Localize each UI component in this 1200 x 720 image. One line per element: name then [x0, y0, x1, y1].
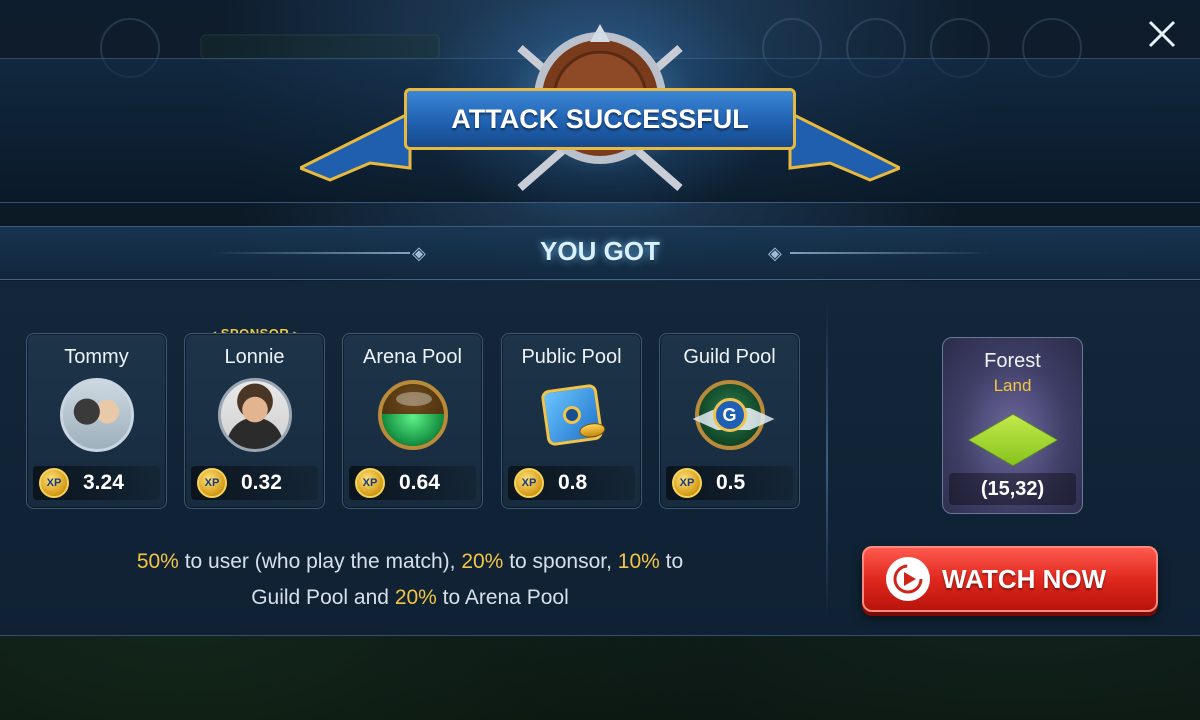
close-icon	[1148, 20, 1176, 48]
xp-icon: XP	[39, 468, 69, 498]
reward-card-guild-pool: Guild Pool G XP 0.5	[659, 333, 800, 509]
xp-row: XP 0.32	[191, 466, 318, 500]
reward-card-lonnie: Lonnie XP 0.32	[184, 333, 325, 509]
land-type: Land	[993, 376, 1032, 395]
note-text: to sponsor,	[503, 550, 618, 573]
xp-row: XP 0.5	[666, 466, 793, 500]
title-banner: ATTACK SUCCESSFUL	[296, 18, 904, 198]
tommy-avatar	[59, 378, 134, 452]
xp-value: 0.8	[558, 471, 588, 494]
watch-now-label: WATCH NOW	[942, 563, 1107, 594]
land-name: Forest	[984, 350, 1041, 372]
reward-card-tommy: Tommy XP 3.24	[26, 333, 167, 509]
note-percent: 50%	[136, 550, 179, 573]
banner-title: ATTACK SUCCESSFUL	[404, 88, 796, 150]
xp-value: 0.32	[241, 471, 282, 494]
coins-icon	[577, 421, 606, 440]
xp-icon: XP	[355, 468, 385, 498]
xp-value: 3.24	[83, 471, 124, 494]
reward-name: Public Pool	[521, 346, 622, 368]
guild-emblem-icon: G	[692, 378, 775, 452]
xp-value: 0.64	[399, 471, 440, 494]
section-title: YOU GOT	[540, 236, 660, 266]
note-text: to user (who play the match),	[178, 550, 462, 573]
panel-divider	[826, 300, 828, 620]
orb-fill	[381, 413, 444, 446]
xp-row: XP 0.64	[349, 466, 476, 500]
note-percent: 10%	[617, 550, 660, 573]
land-tile-icon	[967, 413, 1058, 467]
replay-play-icon	[886, 557, 930, 601]
orb-gloss	[395, 392, 432, 406]
reward-name: Lonnie	[224, 346, 285, 368]
arena-pool-orb-icon	[376, 378, 450, 452]
close-button[interactable]	[1142, 14, 1182, 54]
guild-g-icon: G	[712, 398, 747, 432]
xp-icon: XP	[672, 468, 702, 498]
reward-name: Guild Pool	[683, 346, 776, 368]
land-card[interactable]: Forest Land (15,32)	[942, 337, 1083, 514]
xp-row: XP 3.24	[33, 466, 160, 500]
play-icon	[893, 564, 923, 594]
lonnie-avatar	[217, 378, 292, 452]
reward-name: Tommy	[64, 346, 129, 368]
reward-card-arena-pool: Arena Pool XP 0.64	[342, 333, 483, 509]
note-text: Guild Pool and	[251, 586, 395, 609]
avatar	[217, 378, 292, 452]
avatar	[59, 378, 134, 452]
xp-icon: XP	[197, 468, 227, 498]
reward-name: Arena Pool	[363, 346, 462, 368]
note-text: to Arena Pool	[436, 586, 569, 609]
cube-dot	[561, 404, 582, 426]
land-coordinates: (15,32)	[949, 473, 1076, 505]
xp-row: XP 0.8	[508, 466, 635, 500]
distribution-note: 50% to user (who play the match), 20% to…	[40, 544, 780, 616]
watch-now-button[interactable]: WATCH NOW	[862, 546, 1158, 612]
cube	[539, 383, 606, 447]
public-pool-cube-icon	[535, 378, 609, 452]
guild-emblem: G	[692, 380, 775, 450]
note-percent: 20%	[461, 550, 504, 573]
reward-card-public-pool: Public Pool XP 0.8	[501, 333, 642, 509]
xp-icon: XP	[514, 468, 544, 498]
note-text: to	[659, 550, 684, 573]
orb	[377, 380, 448, 450]
note-percent: 20%	[394, 586, 437, 609]
xp-value: 0.5	[716, 471, 746, 494]
